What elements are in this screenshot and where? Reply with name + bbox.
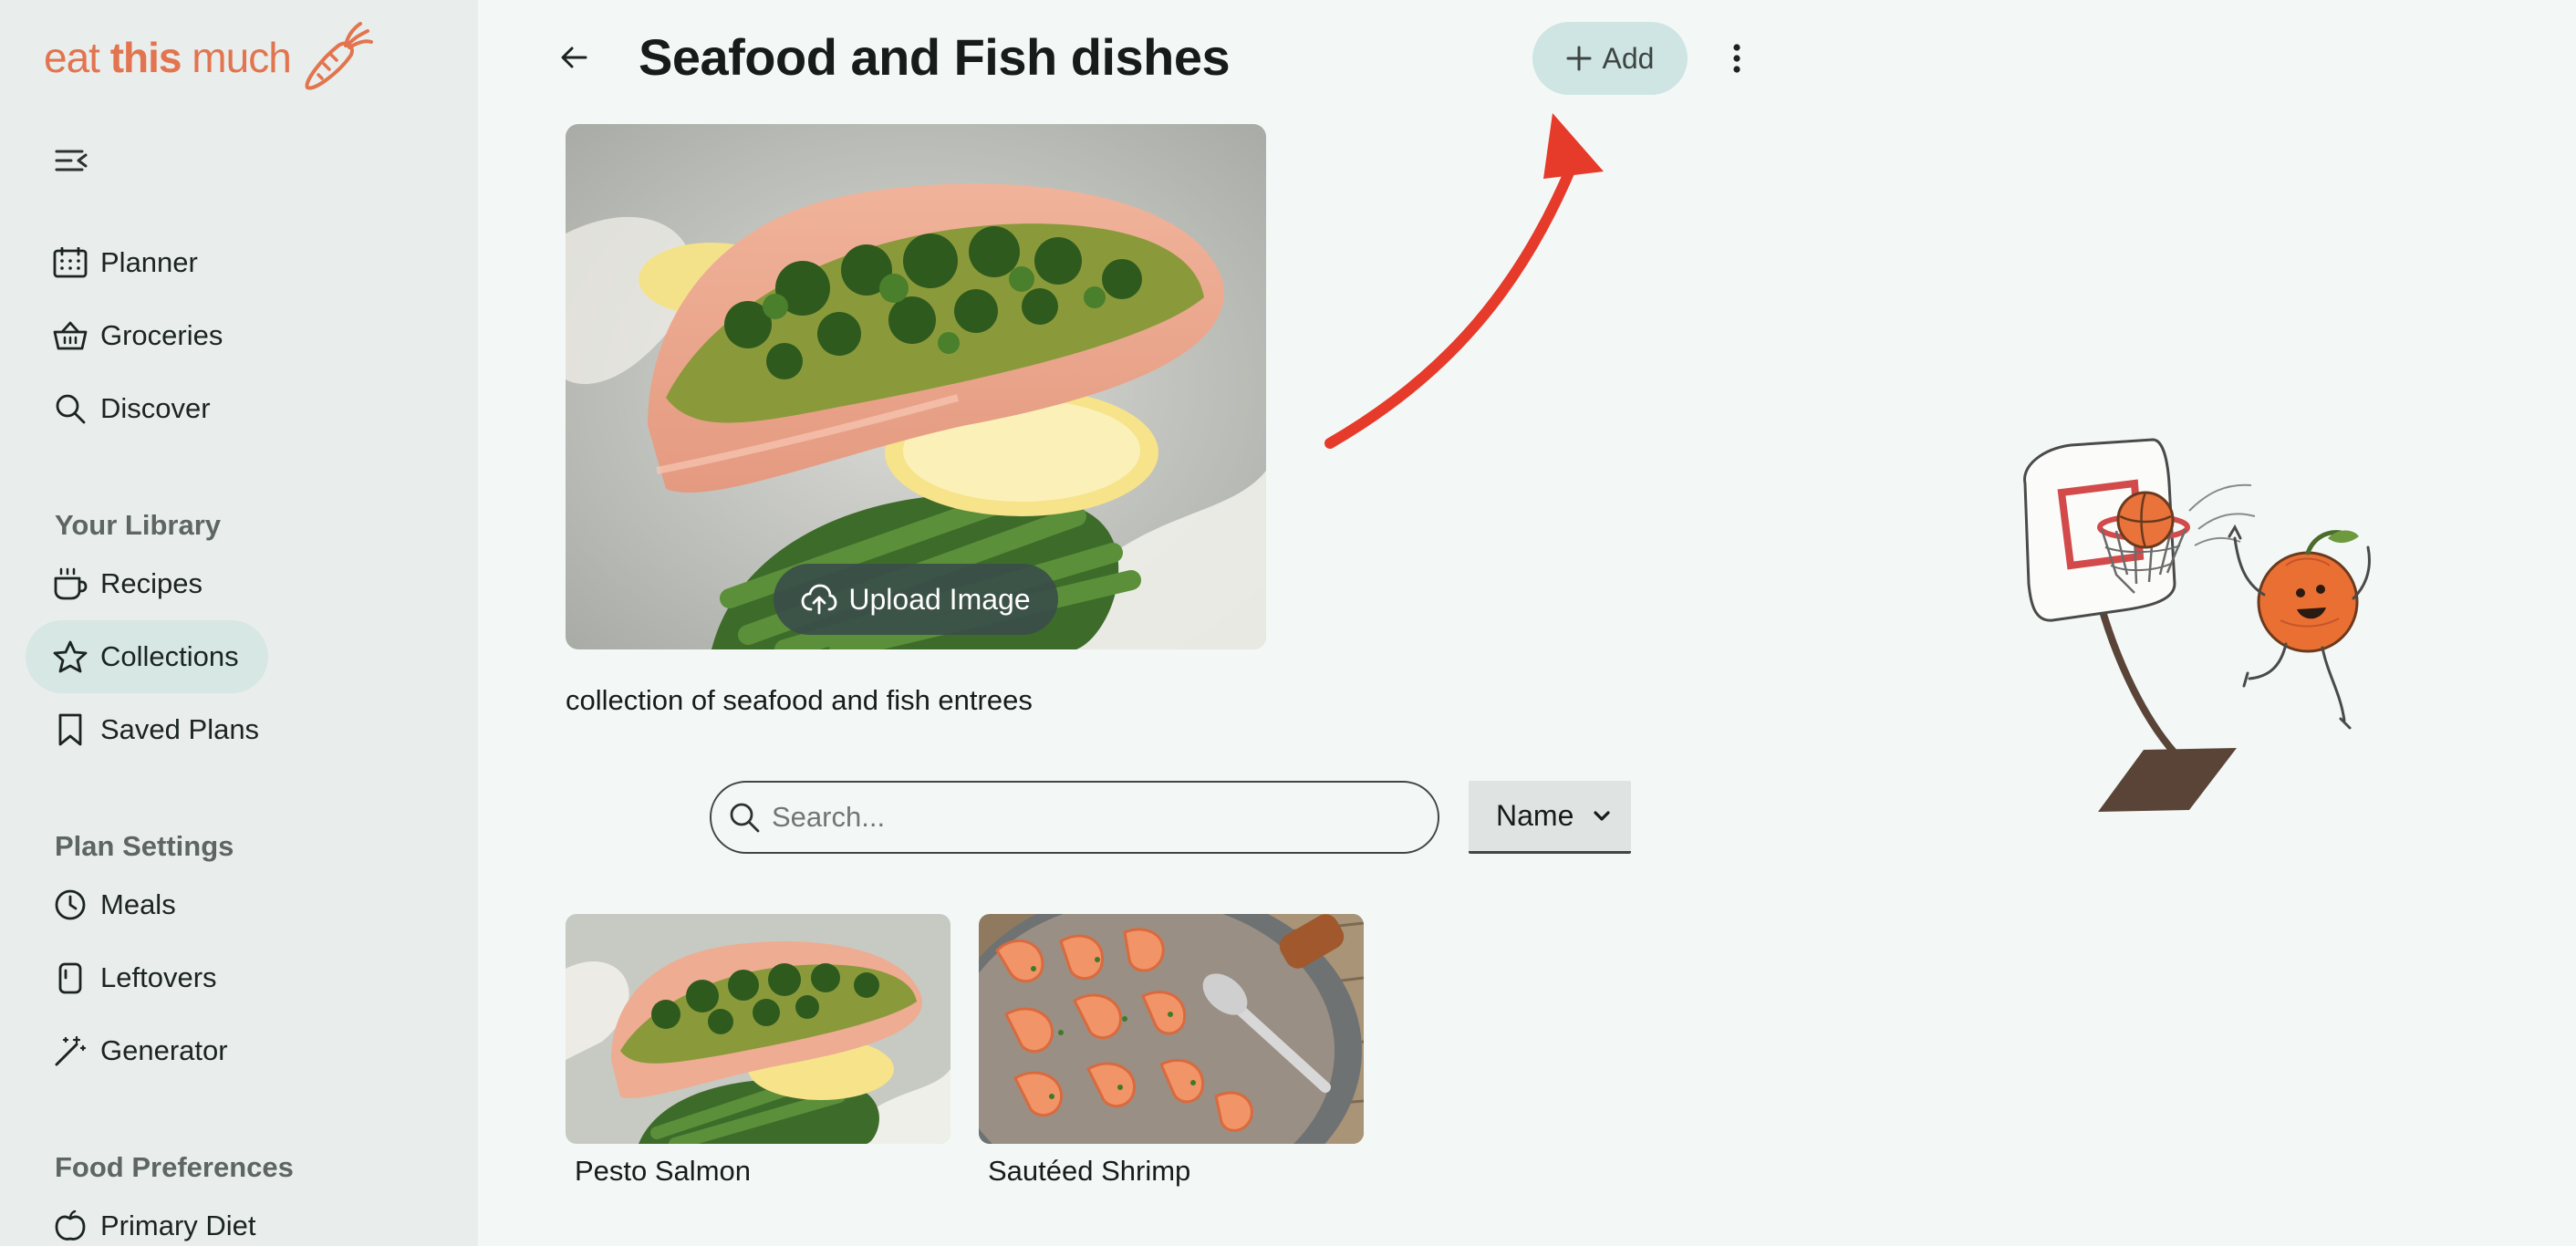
- sidebar-item-recipes[interactable]: Recipes: [26, 547, 232, 620]
- sidebar-item-label: Recipes: [100, 567, 203, 599]
- collapse-sidebar-button[interactable]: [51, 142, 91, 179]
- sidebar-item-primary-diet[interactable]: Primary Diet: [26, 1189, 286, 1246]
- sidebar-item-leftovers[interactable]: Leftovers: [26, 941, 246, 1014]
- sidebar-item-label: Generator: [100, 1034, 228, 1066]
- basketball-mascot-illustration: [2023, 438, 2371, 812]
- sidebar-item-label: Primary Diet: [100, 1210, 256, 1241]
- carrot-icon: [305, 22, 373, 90]
- sidebar: eat this much Planner Groceries Discover…: [0, 0, 478, 1246]
- plus-icon: [1566, 46, 1592, 71]
- add-button[interactable]: Add: [1532, 22, 1688, 95]
- sidebar-item-planner[interactable]: Planner: [26, 226, 227, 299]
- search-input[interactable]: [772, 801, 1410, 834]
- sidebar-item-label: Collections: [100, 640, 239, 672]
- upload-image-label: Upload Image: [848, 582, 1031, 616]
- bookmark-icon: [53, 712, 88, 747]
- sidebar-item-label: Discover: [100, 392, 211, 424]
- calendar-icon: [53, 245, 88, 280]
- basket-icon: [53, 318, 88, 353]
- section-title-plan-settings: Plan Settings: [55, 830, 234, 862]
- container-icon: [53, 960, 88, 995]
- eat-this-much-logo[interactable]: eat this much: [44, 16, 373, 99]
- more-vertical-icon: [1733, 44, 1740, 73]
- recipe-card[interactable]: Pesto Salmon: [566, 914, 950, 1188]
- magic-wand-icon: [53, 1033, 88, 1068]
- sidebar-item-collections[interactable]: Collections: [26, 620, 268, 693]
- section-title-your-library: Your Library: [55, 509, 222, 541]
- logo-text: eat this much: [44, 34, 292, 81]
- pesto-salmon-photo: [566, 914, 950, 1144]
- section-title-food-preferences: Food Preferences: [55, 1151, 294, 1183]
- sidebar-item-label: Groceries: [100, 319, 223, 351]
- page-title: Seafood and Fish dishes: [639, 28, 1231, 86]
- star-icon: [53, 639, 88, 674]
- app: eat this much Planner Groceries Discover…: [0, 0, 2576, 1246]
- sauteed-shrimp-photo: [979, 914, 1364, 1144]
- sort-select[interactable]: Name: [1469, 781, 1631, 854]
- search-icon: [53, 391, 88, 426]
- sidebar-item-label: Planner: [100, 246, 198, 278]
- collapse-menu-icon: [55, 150, 88, 171]
- recipe-card[interactable]: Sautéed Shrimp: [979, 914, 1364, 1188]
- back-button[interactable]: [551, 35, 597, 80]
- sidebar-item-label: Meals: [100, 888, 176, 920]
- upload-image-button[interactable]: Upload Image: [774, 564, 1058, 635]
- sidebar-item-meals[interactable]: Meals: [26, 868, 205, 941]
- sidebar-item-saved-plans[interactable]: Saved Plans: [26, 693, 288, 766]
- recipe-name: Sautéed Shrimp: [988, 1155, 1191, 1187]
- chevron-down-icon: [1594, 810, 1610, 821]
- cloud-upload-icon: [801, 584, 837, 615]
- search-field[interactable]: [710, 781, 1439, 854]
- sidebar-item-discover[interactable]: Discover: [26, 372, 240, 445]
- recipe-name: Pesto Salmon: [575, 1155, 751, 1187]
- apple-icon: [53, 1209, 88, 1243]
- sidebar-item-groceries[interactable]: Groceries: [26, 299, 252, 372]
- add-button-label: Add: [1602, 41, 1655, 75]
- cup-icon: [53, 566, 88, 601]
- recipe-thumbnail: [979, 914, 1364, 1144]
- sort-selected-value: Name: [1496, 799, 1574, 832]
- sidebar-item-label: Saved Plans: [100, 713, 260, 745]
- arrow-left-icon: [561, 47, 587, 68]
- sidebar-item-generator[interactable]: Generator: [26, 1014, 257, 1087]
- more-options-button[interactable]: [1719, 35, 1755, 82]
- search-icon: [730, 803, 760, 833]
- sidebar-item-label: Leftovers: [100, 961, 217, 993]
- clock-icon: [53, 888, 88, 922]
- annotation-arrow: [1324, 113, 1604, 449]
- collection-description: collection of seafood and fish entrees: [566, 684, 1033, 716]
- recipe-thumbnail: [566, 914, 950, 1144]
